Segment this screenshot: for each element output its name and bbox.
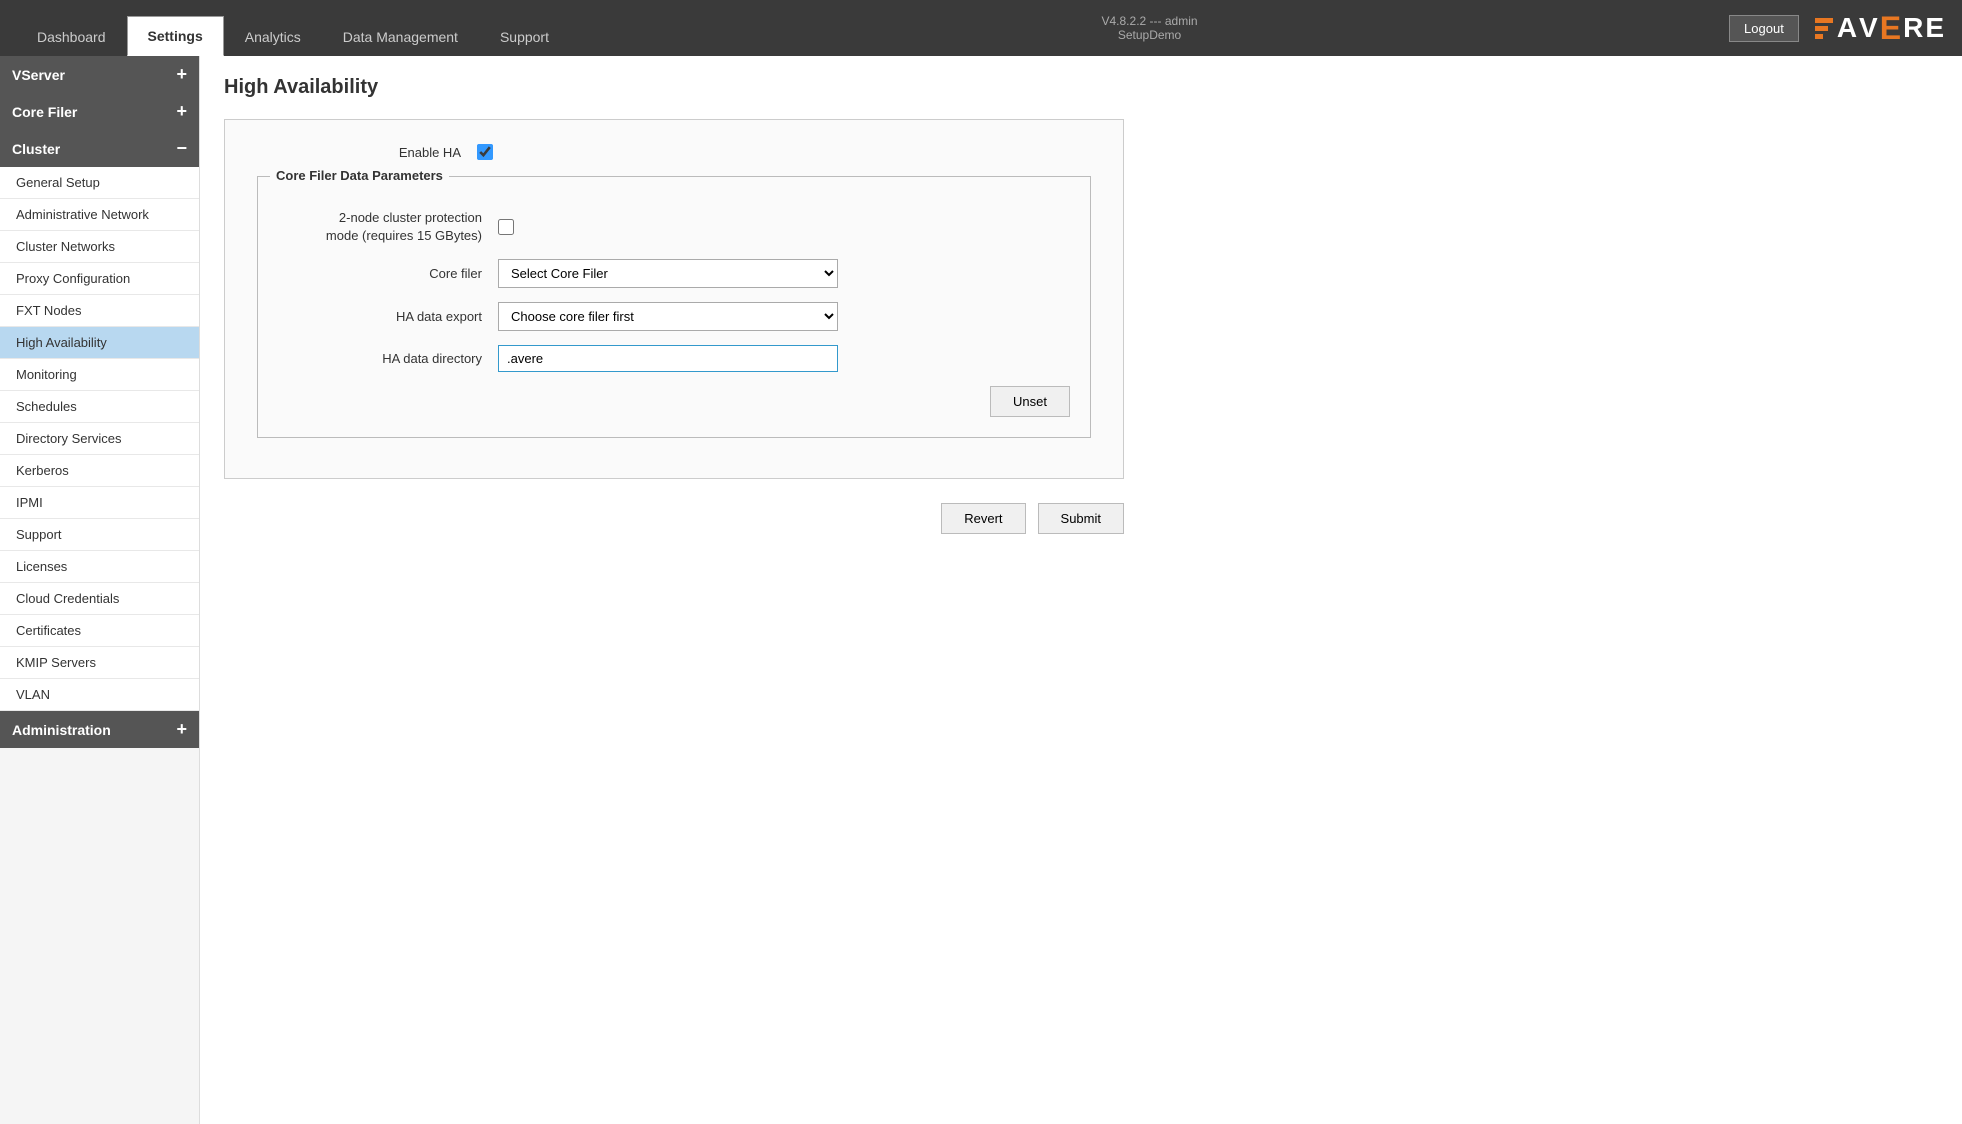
page-title: High Availability	[224, 76, 1938, 99]
vserver-expand-icon: +	[176, 64, 187, 85]
avere-logo: A V E R E	[1815, 10, 1946, 47]
tab-settings[interactable]: Settings	[127, 16, 224, 56]
logo-e2: E	[1925, 12, 1946, 44]
logout-button[interactable]: Logout	[1729, 15, 1799, 42]
tab-support[interactable]: Support	[479, 16, 570, 56]
sidebar-item-certificates[interactable]: Certificates	[0, 615, 199, 647]
unset-row: Unset	[278, 386, 1070, 417]
sidebar-section-vserver[interactable]: VServer +	[0, 56, 199, 93]
tab-dashboard[interactable]: Dashboard	[16, 16, 127, 56]
ha-data-directory-input[interactable]	[498, 345, 838, 372]
core-filer-select[interactable]: Select Core Filer	[498, 259, 838, 288]
tab-analytics[interactable]: Analytics	[224, 16, 322, 56]
logo-bar-3	[1815, 34, 1823, 39]
sidebar-item-administrative-network[interactable]: Administrative Network	[0, 199, 199, 231]
revert-button[interactable]: Revert	[941, 503, 1025, 534]
logo-a: A	[1837, 12, 1859, 44]
logo-r: R	[1903, 12, 1925, 44]
core-filer-data-params-fieldset: Core Filer Data Parameters 2-node cluste…	[257, 176, 1091, 438]
sidebar-section-administration-label: Administration	[12, 722, 111, 738]
sidebar-item-directory-services[interactable]: Directory Services	[0, 423, 199, 455]
sidebar-item-vlan[interactable]: VLAN	[0, 679, 199, 711]
nav-tabs: Dashboard Settings Analytics Data Manage…	[16, 0, 570, 56]
sidebar-item-ipmi[interactable]: IPMI	[0, 487, 199, 519]
sidebar-item-proxy-configuration[interactable]: Proxy Configuration	[0, 263, 199, 295]
core-filer-row: Core filer Select Core Filer	[278, 259, 1070, 288]
cluster-items: General SetupAdministrative NetworkClust…	[0, 167, 199, 711]
core-filer-label: Core filer	[278, 266, 498, 281]
sidebar: VServer + Core Filer + Cluster − General…	[0, 56, 200, 1124]
sidebar-section-core-filer-label: Core Filer	[12, 104, 77, 120]
sidebar-section-vserver-label: VServer	[12, 67, 65, 83]
sidebar-section-administration[interactable]: Administration +	[0, 711, 199, 748]
sidebar-item-general-setup[interactable]: General Setup	[0, 167, 199, 199]
two-node-label: 2-node cluster protectionmode (requires …	[278, 209, 498, 245]
main-layout: VServer + Core Filer + Cluster − General…	[0, 56, 1962, 1124]
ha-data-export-select[interactable]: Choose core filer first	[498, 302, 838, 331]
tab-data-management[interactable]: Data Management	[322, 16, 479, 56]
two-node-checkbox[interactable]	[498, 219, 514, 235]
submit-button[interactable]: Submit	[1038, 503, 1124, 534]
sidebar-item-cloud-credentials[interactable]: Cloud Credentials	[0, 583, 199, 615]
sidebar-section-cluster-label: Cluster	[12, 141, 60, 157]
ha-data-export-label: HA data export	[278, 309, 498, 324]
ha-form-card: Enable HA Core Filer Data Parameters 2-n…	[224, 119, 1124, 479]
administration-expand-icon: +	[176, 719, 187, 740]
sidebar-item-kmip-servers[interactable]: KMIP Servers	[0, 647, 199, 679]
logo-bar-2	[1815, 26, 1828, 31]
ha-data-directory-row: HA data directory	[278, 345, 1070, 372]
enable-ha-checkbox[interactable]	[477, 144, 493, 160]
cluster-collapse-icon: −	[176, 138, 187, 159]
sidebar-item-monitoring[interactable]: Monitoring	[0, 359, 199, 391]
ha-data-directory-label: HA data directory	[278, 351, 498, 366]
enable-ha-row: Enable HA	[257, 144, 1091, 160]
content-area: High Availability Enable HA Core Filer D…	[200, 56, 1962, 1124]
sidebar-item-schedules[interactable]: Schedules	[0, 391, 199, 423]
sidebar-item-fxt-nodes[interactable]: FXT Nodes	[0, 295, 199, 327]
form-actions: Revert Submit	[224, 503, 1124, 534]
ha-data-export-row: HA data export Choose core filer first	[278, 302, 1070, 331]
enable-ha-label: Enable HA	[257, 145, 477, 160]
two-node-row: 2-node cluster protectionmode (requires …	[278, 209, 1070, 245]
topbar-right: Logout A V E R E	[1729, 10, 1946, 47]
sidebar-item-support[interactable]: Support	[0, 519, 199, 551]
sidebar-item-cluster-networks[interactable]: Cluster Networks	[0, 231, 199, 263]
logo-e1: E	[1880, 10, 1903, 47]
sidebar-item-licenses[interactable]: Licenses	[0, 551, 199, 583]
logo-v: V	[1859, 12, 1880, 44]
unset-button[interactable]: Unset	[990, 386, 1070, 417]
topbar: Dashboard Settings Analytics Data Manage…	[0, 0, 1962, 56]
core-filer-expand-icon: +	[176, 101, 187, 122]
logo-bar-1	[1815, 18, 1833, 23]
fieldset-legend: Core Filer Data Parameters	[270, 168, 449, 183]
sidebar-item-kerberos[interactable]: Kerberos	[0, 455, 199, 487]
sidebar-section-cluster[interactable]: Cluster −	[0, 130, 199, 167]
sidebar-item-high-availability[interactable]: High Availability	[0, 327, 199, 359]
version-info: V4.8.2.2 --- admin SetupDemo	[570, 14, 1729, 42]
logo-bars-icon	[1815, 18, 1833, 39]
fieldset-inner: 2-node cluster protectionmode (requires …	[278, 193, 1070, 417]
sidebar-section-core-filer[interactable]: Core Filer +	[0, 93, 199, 130]
